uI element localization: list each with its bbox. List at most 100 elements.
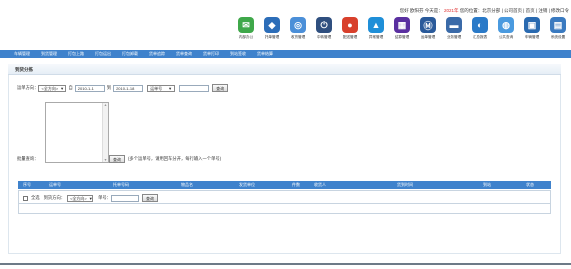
globe-icon: ◍ bbox=[498, 17, 514, 33]
col-station: 到站 bbox=[483, 182, 491, 187]
nav-item[interactable]: 货单结算 bbox=[257, 50, 273, 58]
module-label: 收货管理 bbox=[290, 35, 306, 39]
nav-item[interactable]: 车辆管理 bbox=[14, 50, 30, 58]
table-row: 全选 到货方向： <全方向> ▼ 单号： 查询 bbox=[18, 190, 551, 204]
module-button[interactable]: ◐ 汇总报表 bbox=[467, 17, 493, 40]
main-nav: 车辆管理 到货管理 打包上路 打包运出 打包卸载 货单追踪 货单查询 货单打印 到站签收 货单结算 bbox=[0, 50, 571, 58]
module-label: 车辆管理 bbox=[524, 35, 540, 39]
report-icon: ▦ bbox=[394, 17, 410, 33]
date-value: 2021年 bbox=[444, 8, 459, 13]
select-all-checkbox[interactable] bbox=[23, 195, 28, 201]
field-select[interactable]: 运单号 ▼ bbox=[147, 84, 176, 92]
nav-item[interactable]: 打包上路 bbox=[68, 50, 84, 58]
module-button[interactable]: ▤ 系统设置 bbox=[545, 17, 571, 40]
from-label: 自 bbox=[68, 85, 73, 90]
direction-label: 运单方向： bbox=[17, 85, 39, 90]
nav-item[interactable]: 货单查询 bbox=[176, 50, 192, 58]
module-label: 公共查询 bbox=[498, 35, 514, 39]
query-button[interactable]: 查询 bbox=[212, 84, 229, 92]
module-label: 业务管理 bbox=[446, 35, 462, 39]
batch-actions: 查询 (多个运单号，请用回车分开，每行输入一个单号) bbox=[109, 155, 221, 163]
logout-link[interactable]: 注销 bbox=[538, 8, 547, 13]
scroll-down-icon[interactable]: ▼ bbox=[103, 158, 108, 162]
nav-item[interactable]: 到站签收 bbox=[230, 50, 246, 58]
module-label: 系统设置 bbox=[550, 35, 566, 39]
table-header: 序号 运单号 托单号码 物品名 发货单位 件数 收货人 货到时间 到站 状态 bbox=[18, 181, 551, 189]
module-label: 结算管理 bbox=[394, 35, 410, 39]
batch-textarea[interactable]: ▲ ▼ bbox=[45, 102, 109, 163]
chevron-down-icon: ▼ bbox=[88, 195, 93, 201]
module-button[interactable]: Ⓜ 运单管理 bbox=[415, 17, 441, 40]
query-icon: ◐ bbox=[472, 17, 488, 33]
module-button[interactable]: ◍ 公共查询 bbox=[493, 17, 519, 40]
stats-icon: Ⓜ bbox=[420, 17, 436, 33]
batch-hint: (多个运单号，请用回车分开，每行输入一个单号) bbox=[128, 156, 222, 161]
search-input[interactable] bbox=[179, 84, 210, 92]
module-label: 配送管理 bbox=[342, 35, 358, 39]
scrollbar[interactable]: ▲ ▼ bbox=[102, 103, 108, 162]
col-order: 托单号码 bbox=[113, 182, 129, 187]
row-query-button[interactable]: 查询 bbox=[141, 194, 158, 202]
col-receiver: 收货人 bbox=[314, 182, 326, 187]
order-input[interactable] bbox=[110, 194, 139, 202]
filter-row: 运单方向： <全方向> ▼ 自 2010-1-1 到 2010-1-18 运单号 ▼… bbox=[17, 84, 229, 92]
nav-item[interactable]: 到货管理 bbox=[41, 50, 57, 58]
module-button[interactable]: ◆ 托单管理 bbox=[259, 17, 285, 40]
col-status: 状态 bbox=[526, 182, 534, 187]
module-icon-bar: ✉ 内部办公 ◆ 托单管理 ◎ 收货管理 ⏻ 中转管理 ● 配送管理 ▲ 异常管理 ▦ 结算管理 Ⓜ 运单管理… bbox=[233, 17, 571, 40]
col-sender: 发货单位 bbox=[239, 182, 255, 187]
module-button[interactable]: ▲ 异常管理 bbox=[363, 17, 389, 40]
nav-item[interactable]: 货单打印 bbox=[203, 50, 219, 58]
col-qty: 件数 bbox=[292, 182, 300, 187]
power-icon: ⏻ bbox=[316, 17, 332, 33]
col-waybill: 运单号 bbox=[49, 182, 61, 187]
chevron-down-icon: ▼ bbox=[60, 85, 65, 91]
card-icon: ▬ bbox=[446, 17, 462, 33]
module-button[interactable]: ▬ 业务管理 bbox=[441, 17, 467, 40]
date-from-input[interactable]: 2010-1-1 bbox=[74, 84, 105, 92]
module-label: 异常管理 bbox=[368, 35, 384, 39]
collect-icon: ◎ bbox=[290, 17, 306, 33]
system-icon: ▣ bbox=[524, 17, 540, 33]
to-label: 到 bbox=[106, 85, 112, 90]
index-link[interactable]: 首页 bbox=[526, 8, 535, 13]
dispatch-icon: ● bbox=[342, 17, 358, 33]
password-link[interactable]: 修改口令 bbox=[551, 8, 569, 13]
customer-icon: ◆ bbox=[264, 17, 280, 33]
direction-select[interactable]: <全方向> ▼ bbox=[38, 84, 67, 92]
module-button[interactable]: ◎ 收货管理 bbox=[285, 17, 311, 40]
select-all-label: 全选 bbox=[31, 195, 40, 200]
col-arrival-time: 货到时间 bbox=[397, 182, 413, 187]
chevron-down-icon: ▼ bbox=[168, 85, 173, 91]
bottom-divider bbox=[0, 263, 571, 265]
col-item: 物品名 bbox=[181, 182, 193, 187]
batch-label: 批量查询： bbox=[17, 156, 39, 161]
table-empty-row bbox=[18, 204, 551, 214]
module-button[interactable]: ▣ 车辆管理 bbox=[519, 17, 545, 40]
date-label: 今天是： bbox=[424, 8, 443, 13]
module-label: 运单管理 bbox=[420, 35, 436, 39]
home-link[interactable]: 公司首页 bbox=[504, 8, 522, 13]
nav-item[interactable]: 打包卸载 bbox=[122, 50, 138, 58]
module-label: 汇总报表 bbox=[472, 35, 488, 39]
greeting: 您好 欧阳芬 bbox=[399, 8, 424, 13]
finance-icon: ▲ bbox=[368, 17, 384, 33]
arrival-direction-label: 到货方向： bbox=[43, 195, 66, 200]
nav-item[interactable]: 货单追踪 bbox=[149, 50, 165, 58]
scroll-up-icon[interactable]: ▲ bbox=[103, 103, 108, 107]
module-button[interactable]: ● 配送管理 bbox=[337, 17, 363, 40]
location: 您的位置：北京分部 bbox=[459, 8, 501, 13]
date-to-input[interactable]: 2010-1-18 bbox=[113, 84, 144, 92]
batch-query-button[interactable]: 查询 bbox=[109, 155, 125, 163]
module-button[interactable]: ⏻ 中转管理 bbox=[311, 17, 337, 40]
settings-icon: ▤ bbox=[550, 17, 566, 33]
col-seq: 序号 bbox=[23, 182, 31, 187]
table-row-controls: 全选 到货方向： <全方向> ▼ 单号： 查询 bbox=[23, 194, 158, 202]
module-label: 内部办公 bbox=[238, 35, 254, 39]
module-button[interactable]: ✉ 内部办公 bbox=[233, 17, 259, 40]
arrival-direction-select[interactable]: <全方向> ▼ bbox=[67, 194, 94, 202]
top-links: 您好 欧阳芬 今天是： 2021年 您的位置：北京分部 | 公司首页 | 首页 … bbox=[399, 8, 569, 13]
nav-item[interactable]: 打包运出 bbox=[95, 50, 111, 58]
module-button[interactable]: ▦ 结算管理 bbox=[389, 17, 415, 40]
office-icon: ✉ bbox=[238, 17, 254, 33]
